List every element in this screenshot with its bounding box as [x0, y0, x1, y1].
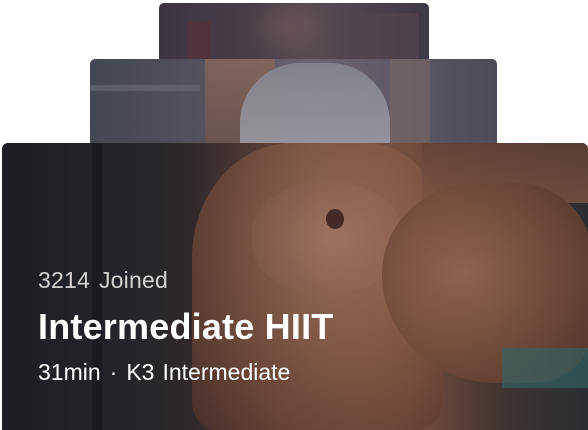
course-duration: 31min [38, 359, 101, 385]
card-back-photo [187, 21, 211, 63]
course-card-stack: 3214 Joined Intermediate HIIT 31min · K3 Int… [0, 0, 588, 430]
joined-info: 3214 Joined [38, 265, 568, 295]
card-mid-photo-shoulder [390, 59, 430, 149]
course-meta: 31min · K3 Intermediate [38, 357, 568, 387]
stacked-card-back[interactable] [159, 3, 429, 63]
card-mid-photo-figure [240, 63, 390, 149]
course-card[interactable]: 3214 Joined Intermediate HIIT 31min · K3 Int… [2, 143, 588, 430]
course-info: 3214 Joined Intermediate HIIT 31min · K3 Int… [38, 265, 568, 387]
card-mid-photo-rail [90, 85, 200, 91]
joined-label: Joined [98, 267, 168, 293]
stacked-card-middle[interactable] [90, 59, 497, 149]
course-level: Intermediate [162, 359, 291, 385]
course-intensity: K3 [126, 359, 155, 385]
course-title: Intermediate HIIT [38, 306, 334, 347]
joined-count: 3214 [38, 267, 90, 293]
card-back-photo-detail [359, 13, 419, 63]
meta-separator: · [109, 359, 118, 385]
